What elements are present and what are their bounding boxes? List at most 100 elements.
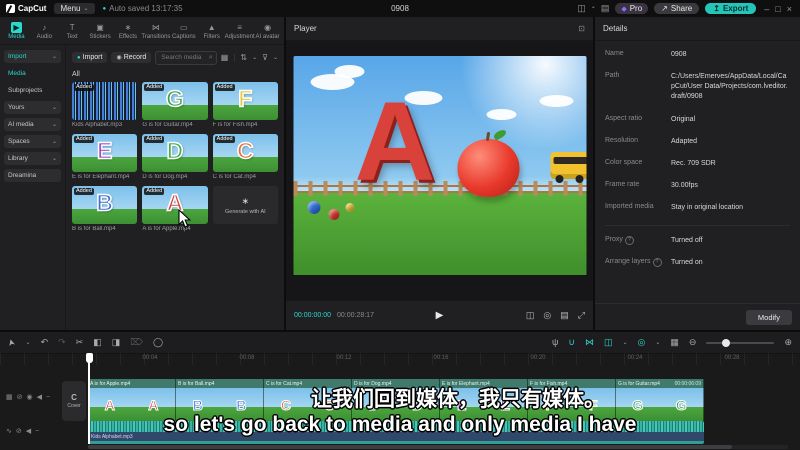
horizontal-scrollbar[interactable] — [88, 445, 788, 449]
sidebar-item-spaces[interactable]: Spaces ⌄ — [4, 135, 61, 148]
detail-row-arrange-layers: Arrange layers? Turned on — [605, 258, 790, 268]
play-button[interactable]: ▶ — [436, 310, 444, 321]
tab-text[interactable]: T Text — [59, 22, 86, 40]
timeline-ruler[interactable]: 00:04 00:08 00:12 00:16 00:20 00:24 00:28 — [0, 353, 800, 365]
share-button[interactable]: ↗ Share — [654, 3, 700, 14]
pro-badge[interactable]: ◆ Pro — [615, 3, 649, 14]
fullscreen-icon[interactable]: ⤢ — [578, 310, 585, 321]
undo-icon[interactable]: ↶ — [41, 338, 49, 347]
playhead[interactable] — [85, 353, 93, 444]
delete-right-icon[interactable]: ◨ — [112, 338, 121, 347]
scrollbar-thumb[interactable] — [88, 445, 732, 449]
auto-link-icon[interactable]: ⋈ — [585, 338, 594, 347]
minimize-button[interactable]: – — [762, 4, 771, 14]
media-name: G is for Guitar.mp4 — [142, 122, 193, 128]
media-card-g-is-for-guitar-mp4[interactable]: Added G G is for Guitar.mp4 — [142, 82, 208, 128]
record-button[interactable]: ◉ Record — [111, 52, 152, 63]
ball-blue — [307, 200, 321, 214]
media-card-b-is-for-ball-mp4[interactable]: Added B B is for Ball.mp4 — [72, 186, 138, 232]
quality-icon[interactable]: ▤ — [560, 310, 569, 321]
mute-track-icon[interactable]: ◀ — [26, 427, 31, 435]
panel-toggle-icon[interactable]: ▤ — [601, 3, 610, 14]
video-preview[interactable]: A — [293, 56, 586, 275]
info-icon: ? — [652, 258, 662, 268]
media-card-e-is-for-elephant-mp4[interactable]: Added E E is for Elephant.mp4 — [72, 134, 138, 180]
zoom-in-icon[interactable]: ⊕ — [784, 338, 792, 347]
video-thumbnail: Added B — [72, 186, 138, 224]
media-card-d-is-for-dog-mp4[interactable]: Added D D is for Dog.mp4 — [142, 134, 208, 180]
snapping-icon[interactable]: ◫ — [604, 338, 613, 347]
cover-button[interactable]: C Cover — [62, 381, 86, 421]
hide-track-icon[interactable]: ◉ — [27, 393, 33, 401]
media-card-kids-alphabet-mp3[interactable]: Added Kids Alphabet.mp3 — [72, 82, 138, 128]
export-button[interactable]: ↥ Export — [705, 3, 757, 14]
modify-button[interactable]: Modify — [745, 309, 792, 325]
collapse-track-icon[interactable]: − — [35, 428, 39, 435]
capcut-logo-icon — [6, 4, 15, 13]
workspace-layout-icon[interactable]: ◫ — [577, 3, 586, 14]
chevron-down-icon: ⌄ — [25, 340, 31, 346]
track-mode-icon[interactable]: ◎ — [638, 338, 646, 347]
sort-icon[interactable]: ⇅ — [240, 53, 247, 62]
tab-media[interactable]: ▶ Media — [3, 21, 30, 40]
grid-view-icon[interactable]: ▦ — [221, 53, 229, 62]
lock-track-icon[interactable]: ⊘ — [16, 427, 22, 435]
tab-filters[interactable]: ▲ Filters — [198, 22, 225, 40]
track-type-video-icon[interactable]: ▦ — [6, 393, 13, 401]
search-input[interactable] — [159, 53, 207, 62]
video-thumbnail: Added D — [142, 134, 208, 172]
tab-effects[interactable]: ∗ Effects — [115, 22, 142, 40]
tab-captions[interactable]: ▭ Captions — [170, 22, 197, 40]
tab-ai-avatar[interactable]: ◉ AI avatar — [254, 22, 281, 40]
delete-icon[interactable]: ⌦ — [130, 338, 143, 347]
sidebar-item-media[interactable]: Media — [4, 67, 61, 80]
select-tool-icon[interactable]: ➤ — [5, 338, 17, 348]
tab-transitions[interactable]: ⋈ Transitions — [141, 22, 170, 40]
current-timecode: 00:00:00:00 — [294, 312, 331, 319]
lock-track-icon[interactable]: ⊘ — [17, 393, 23, 401]
filter-icon[interactable]: ⊽ — [262, 53, 268, 62]
ai-avatar-icon: ◉ — [264, 22, 272, 32]
sidebar-item-ai-media[interactable]: AI media ⌄ — [4, 118, 61, 131]
media-card-c-is-for-cat-mp4[interactable]: Added C C is for Cat.mp4 — [212, 134, 278, 180]
collapse-track-icon[interactable]: − — [46, 394, 50, 401]
freeze-icon[interactable]: ◯ — [153, 338, 163, 347]
close-button[interactable]: × — [785, 4, 794, 14]
sidebar-item-dreamina[interactable]: Dreamina — [4, 169, 61, 182]
zoom-out-icon[interactable]: ⊖ — [689, 338, 697, 347]
sidebar-item-subprojects[interactable]: Subprojects — [4, 84, 61, 97]
tab-stickers[interactable]: ▣ Stickers — [87, 22, 114, 40]
filters-icon: ▲ — [207, 22, 216, 32]
toolbar-separator: | — [233, 53, 236, 62]
cover-label: Cover — [67, 403, 81, 409]
menu-button[interactable]: Menu ⌄ — [54, 3, 95, 14]
mute-track-icon[interactable]: ◀ — [37, 393, 42, 401]
media-card-f-is-for-fish-mp4[interactable]: Added F F is for Fish.mp4 — [212, 82, 278, 128]
collapse-player-icon[interactable]: ⊡ — [578, 24, 585, 33]
tab-audio[interactable]: ♪ Audio — [31, 22, 58, 40]
sidebar-item-library[interactable]: Library ⌄ — [4, 152, 61, 165]
preview-axis-icon[interactable]: ▦ — [670, 338, 679, 347]
player-title: Player — [294, 24, 317, 33]
media-card-a-is-for-apple-mp4[interactable]: Added A A is for Apple.mp4 — [142, 186, 208, 232]
added-badge: Added — [74, 84, 94, 91]
split-screen-icon[interactable]: ◫ — [526, 310, 535, 321]
zoom-slider-thumb[interactable] — [722, 338, 731, 347]
sidebar-item-yours[interactable]: Yours ⌄ — [4, 101, 61, 114]
motion-tracking-icon[interactable]: ◎ — [543, 310, 551, 321]
import-button[interactable]: ● Import — [72, 52, 108, 63]
sidebar-item-import[interactable]: Import ⌄ — [4, 50, 61, 63]
split-icon[interactable]: ✂ — [76, 338, 84, 347]
maximize-button[interactable]: □ — [773, 4, 782, 14]
generate-with-ai-button[interactable]: ∗ Generate with AI — [212, 186, 278, 224]
track-type-audio-icon[interactable]: ∿ — [6, 427, 12, 435]
filter-all-label[interactable]: All — [72, 71, 278, 78]
timeline-zoom-slider[interactable] — [706, 338, 775, 347]
redo-icon[interactable]: ↷ — [58, 338, 66, 347]
voiceover-icon[interactable]: ψ — [552, 338, 558, 347]
search-box[interactable]: ⌕ — [155, 50, 217, 65]
detail-row-imported-media: Imported media Stay in original location — [605, 203, 790, 213]
delete-left-icon[interactable]: ◧ — [93, 338, 102, 347]
magnet-icon[interactable]: ∪ — [568, 338, 575, 347]
tab-adjustment[interactable]: ≡ Adjustment — [225, 22, 255, 40]
